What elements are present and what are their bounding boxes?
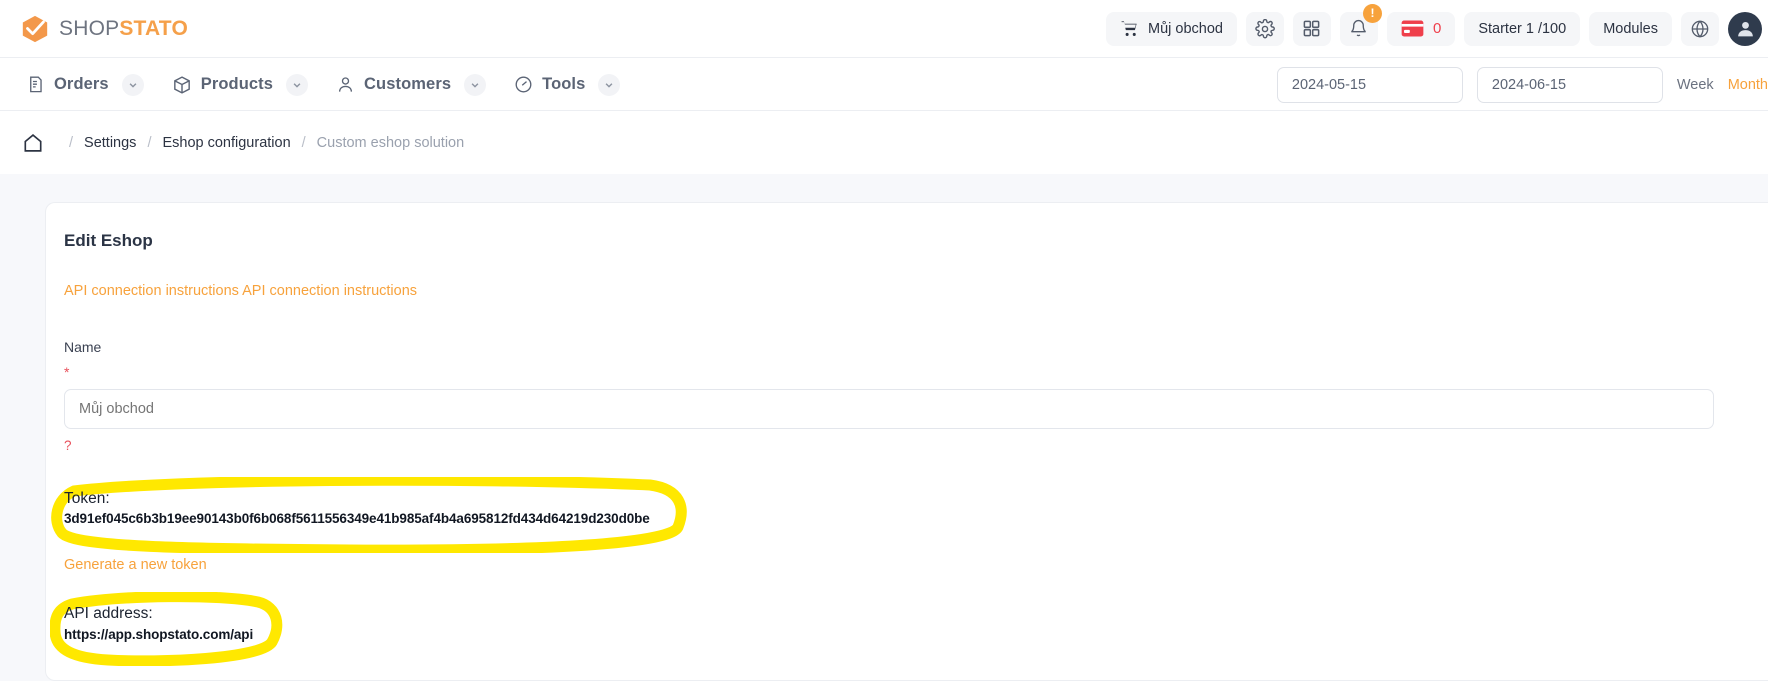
app-logo[interactable]: SHOPSTATO (20, 14, 188, 44)
token-label: Token: (64, 490, 110, 507)
breadcrumb-separator: / (69, 135, 74, 151)
breadcrumb-item-custom-eshop-solution: Custom eshop solution (316, 135, 465, 151)
modules-button[interactable]: Modules (1589, 11, 1672, 46)
bell-icon (1351, 19, 1367, 37)
name-required-marker: * (64, 364, 70, 380)
nav-item-customers[interactable]: Customers (336, 73, 487, 96)
edit-eshop-card: Edit Eshop API connection instructions A… (45, 202, 1768, 681)
page-title: Edit Eshop (64, 231, 153, 250)
nav-label-customers: Customers (364, 75, 452, 93)
date-to-input[interactable] (1476, 66, 1663, 103)
language-button[interactable] (1681, 11, 1719, 46)
breadcrumb: / Settings / Eshop configuration / Custo… (0, 112, 1768, 174)
breadcrumb-item-settings[interactable]: Settings (84, 135, 136, 151)
notifications-button[interactable]: ! (1339, 3, 1382, 46)
nav-item-tools[interactable]: Tools (514, 73, 621, 96)
avatar-person-icon (1737, 21, 1753, 37)
api-address-section: API address: https://app.shopstato.com/a… (50, 592, 1768, 667)
header-actions: Můj obchod ! 0 Starter 1 /100 Modules (1106, 3, 1768, 46)
nav-caret-tools[interactable] (598, 73, 621, 96)
date-range-controls: Week Month (1276, 66, 1768, 103)
plan-label: Starter 1 /100 (1478, 20, 1567, 37)
main-navigation-bar: Orders Products Customers Tools 2024-05-… (0, 59, 1768, 111)
chevron-down-icon (293, 82, 301, 88)
generate-new-token-link[interactable]: Generate a new token (64, 557, 207, 573)
user-avatar[interactable] (1728, 11, 1762, 46)
api-connection-instructions-link[interactable]: API connection instructions API connecti… (64, 283, 417, 299)
nav-caret-orders[interactable] (121, 73, 144, 96)
top-header-bar: SHOPSTATO Můj obchod ! 0 Starter 1 /100 … (0, 0, 1768, 58)
token-section: Token: 3d91ef045c6b3b19ee90143b0f6b068f5… (51, 477, 1768, 553)
logo-text-stato: STATO (119, 17, 188, 40)
chevron-down-icon (605, 82, 613, 88)
shopping-cart-icon (1121, 21, 1137, 36)
shopstato-hexagon-logo-icon (22, 15, 48, 42)
date-from-input[interactable] (1276, 66, 1463, 103)
page-content-area: Edit Eshop API connection instructions A… (0, 174, 1768, 681)
chevron-down-icon (129, 82, 137, 88)
nav-label-products: Products (200, 75, 274, 93)
api-address-value: https://app.shopstato.com/api (64, 626, 254, 642)
name-input[interactable] (64, 389, 1714, 429)
breadcrumb-separator: / (147, 135, 152, 151)
my-store-label: Můj obchod (1148, 20, 1223, 37)
token-value: 3d91ef045c6b3b19ee90143b0f6b068f56115563… (64, 511, 650, 527)
apps-grid-button[interactable] (1292, 11, 1331, 46)
nav-label-tools: Tools (542, 75, 586, 93)
nav-item-products[interactable]: Products (172, 73, 309, 96)
products-box-icon (173, 75, 190, 94)
grid-icon (1304, 20, 1320, 37)
nav-item-orders[interactable]: Orders (26, 73, 144, 96)
credits-button[interactable]: 0 (1386, 11, 1456, 46)
my-store-button[interactable]: Můj obchod (1106, 11, 1237, 46)
notification-badge: ! (1362, 3, 1382, 23)
name-help-marker[interactable]: ? (64, 438, 72, 453)
nav-caret-products[interactable] (286, 73, 309, 96)
range-week-link[interactable]: Week (1677, 77, 1714, 93)
gear-icon (1255, 18, 1275, 38)
globe-icon (1691, 19, 1709, 38)
logo-text-shop: SHOP (59, 17, 120, 40)
credits-value: 0 (1432, 20, 1442, 37)
breadcrumb-item-eshop-configuration[interactable]: Eshop configuration (162, 135, 290, 151)
modules-label: Modules (1603, 20, 1658, 37)
nav-caret-customers[interactable] (464, 73, 487, 96)
orders-icon (30, 76, 42, 93)
customers-person-icon (339, 77, 353, 92)
name-field-label: Name (64, 339, 102, 355)
plan-button[interactable]: Starter 1 /100 (1464, 11, 1581, 46)
breadcrumb-separator: / (301, 135, 306, 151)
home-icon[interactable] (22, 132, 44, 154)
chevron-down-icon (471, 82, 479, 88)
tools-gauge-icon (515, 76, 532, 93)
credit-card-icon (1401, 20, 1424, 37)
nav-label-orders: Orders (54, 75, 109, 93)
api-address-label: API address: (64, 605, 153, 623)
settings-button[interactable] (1245, 11, 1284, 46)
range-month-link[interactable]: Month (1728, 77, 1768, 93)
